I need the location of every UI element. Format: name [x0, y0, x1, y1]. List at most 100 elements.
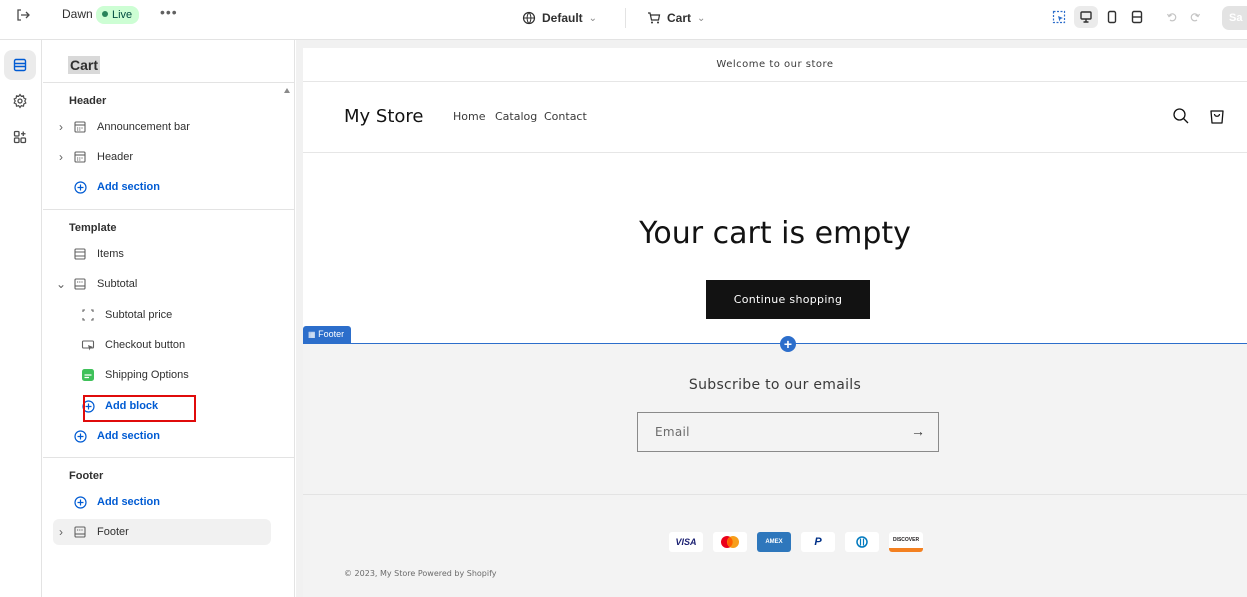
add-section-plus-icon[interactable]: + — [780, 336, 796, 352]
add-section-label: Add section — [97, 496, 160, 508]
footer-grid-icon: ▦ — [308, 330, 316, 339]
exit-icon[interactable] — [14, 6, 32, 24]
nav-link-home[interactable]: Home — [453, 110, 485, 123]
sidebar-title-divider — [43, 82, 294, 83]
block-label: Checkout button — [105, 339, 186, 351]
block-label: Shipping Options — [105, 369, 189, 381]
section-announcement-bar[interactable]: › Announcement bar — [53, 114, 271, 140]
editor-rail — [0, 40, 42, 597]
shipping-app-icon — [77, 367, 99, 383]
footer-icon — [69, 524, 91, 540]
mobile-icon — [1107, 10, 1117, 24]
group-divider — [43, 209, 294, 210]
block-shipping-options[interactable]: Shipping Options — [77, 362, 271, 388]
section-items[interactable]: Items — [53, 241, 271, 267]
amex-icon: AMEX — [757, 532, 791, 552]
editor-topbar: Dawn Live ••• Default ⌄ Cart ⌄ Sa — [0, 0, 1247, 40]
nav-link-catalog[interactable]: Catalog — [495, 110, 537, 123]
subtotal-icon — [69, 276, 91, 292]
live-label: Live — [112, 9, 133, 21]
footer-tag-label: Footer — [318, 329, 345, 339]
add-section-label: Add section — [97, 430, 160, 442]
more-actions-button[interactable]: ••• — [160, 4, 178, 20]
sections-sidebar: Cart Header › Announcement bar › Header … — [43, 40, 295, 597]
block-label: Subtotal price — [105, 309, 173, 321]
inspector-icon — [1052, 10, 1066, 24]
discover-icon: DISCOVER — [889, 532, 923, 552]
section-label: Announcement bar — [97, 121, 190, 133]
section-label: Subtotal — [97, 278, 138, 290]
section-label: Footer — [97, 526, 129, 538]
sidebar-title: Cart — [68, 56, 101, 74]
chevron-right-icon[interactable]: › — [53, 120, 69, 134]
announcement-bar[interactable]: Welcome to our store — [303, 48, 1247, 82]
section-footer[interactable]: › Footer — [53, 519, 271, 545]
add-section-footer-button[interactable]: Add section — [53, 489, 271, 515]
redo-button[interactable] — [1183, 6, 1207, 28]
subtotal-price-icon — [77, 307, 99, 323]
inspector-toggle-button[interactable] — [1047, 6, 1071, 28]
store-header[interactable]: My Store Home Catalog Contact — [303, 82, 1247, 153]
block-subtotal-price[interactable]: Subtotal price — [77, 302, 271, 328]
store-preview[interactable]: Welcome to our store My Store Home Catal… — [303, 48, 1247, 597]
header-icon — [69, 149, 91, 165]
theme-name: Dawn — [62, 7, 93, 21]
page-selector[interactable]: Cart ⌄ — [647, 8, 705, 28]
arrow-right-icon[interactable]: → — [911, 423, 925, 439]
live-dot-icon — [102, 11, 108, 18]
items-icon — [69, 246, 91, 262]
cart-icon — [648, 12, 661, 24]
app-embeds-icon — [13, 130, 27, 144]
template-selector[interactable]: Default ⌄ — [522, 8, 597, 28]
diners-icon — [845, 532, 879, 552]
sections-icon — [13, 58, 27, 72]
add-section-template-button[interactable]: Add section — [53, 423, 271, 449]
group-title-template: Template — [69, 222, 117, 234]
section-label: Items — [97, 248, 124, 260]
email-field[interactable]: Email → — [637, 412, 939, 452]
store-logo[interactable]: My Store — [344, 106, 423, 127]
chevron-down-icon: ⌄ — [697, 12, 706, 24]
add-circle-icon — [69, 179, 91, 195]
add-circle-icon — [69, 428, 91, 444]
section-subtotal[interactable]: ⌄ Subtotal — [53, 271, 271, 297]
add-circle-icon — [69, 494, 91, 510]
paypal-icon: P — [801, 532, 835, 552]
group-divider — [43, 457, 294, 458]
fullscreen-view-button[interactable] — [1125, 6, 1149, 28]
undo-button[interactable] — [1160, 6, 1184, 28]
chevron-right-icon[interactable]: › — [53, 525, 69, 539]
mobile-view-button[interactable] — [1100, 6, 1124, 28]
rail-sections-button[interactable] — [4, 50, 36, 80]
chevron-down-icon[interactable]: ⌄ — [53, 277, 69, 291]
block-checkout-button[interactable]: Checkout button — [77, 332, 271, 358]
globe-icon — [522, 11, 536, 25]
footer-section[interactable]: Subscribe to our emails Email → VISA AME… — [303, 343, 1247, 597]
rail-theme-settings-button[interactable] — [4, 86, 36, 116]
continue-shopping-button[interactable]: Continue shopping — [706, 280, 870, 319]
highlight-annotation — [83, 395, 196, 422]
footer-divider — [303, 494, 1247, 495]
save-button[interactable]: Sa — [1222, 6, 1247, 30]
topbar-divider — [625, 8, 626, 28]
scroll-up-icon[interactable] — [284, 88, 290, 93]
rail-app-embeds-button[interactable] — [4, 122, 36, 152]
desktop-view-button[interactable] — [1074, 6, 1098, 28]
add-section-label: Add section — [97, 181, 160, 193]
chevron-right-icon[interactable]: › — [53, 150, 69, 164]
group-title-footer: Footer — [69, 470, 104, 482]
redo-icon — [1190, 13, 1201, 22]
fullscreen-icon — [1131, 10, 1143, 24]
cart-icon[interactable] — [1207, 106, 1227, 126]
visa-icon: VISA — [669, 532, 703, 552]
nav-link-contact[interactable]: Contact — [544, 110, 587, 123]
undo-icon — [1166, 13, 1177, 22]
checkout-button-icon — [77, 337, 99, 353]
search-icon[interactable] — [1171, 106, 1191, 126]
footer-section-tag[interactable]: ▦ Footer — [303, 326, 352, 343]
add-section-header-button[interactable]: Add section — [53, 174, 271, 200]
announcement-bar-icon — [69, 119, 91, 135]
section-header[interactable]: › Header — [53, 144, 271, 170]
cart-empty-title: Your cart is empty — [639, 216, 911, 251]
mastercard-icon — [713, 532, 747, 552]
